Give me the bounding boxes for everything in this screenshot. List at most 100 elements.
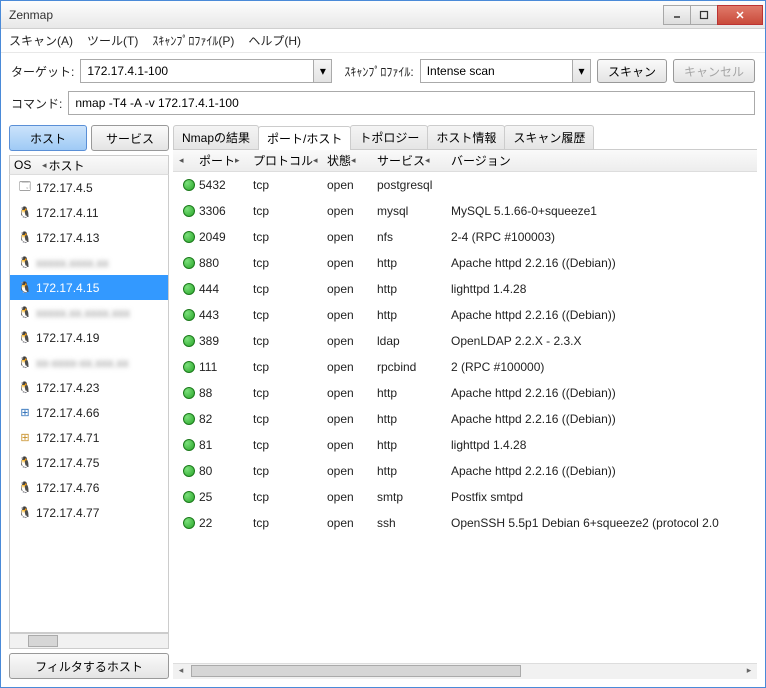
host-row[interactable]: 🐧172.17.4.75 — [10, 450, 168, 475]
col-host[interactable]: ホスト — [47, 157, 85, 174]
right-scrollbar[interactable]: ◂ ▸ — [173, 663, 757, 679]
col-service[interactable]: サービス — [377, 152, 425, 169]
host-row[interactable]: 🐧172.17.4.19 — [10, 325, 168, 350]
profile-dropdown-icon[interactable]: ▾ — [572, 60, 590, 82]
port-table-header[interactable]: ◂ ポート ▸ プロトコル ◂ 状態 ◂ サービス ◂ バージョン — [173, 150, 757, 172]
status-dot — [179, 257, 199, 269]
menu-help[interactable]: ヘルプ(H) — [248, 32, 301, 49]
host-list-header[interactable]: OS ◂ ホスト — [9, 155, 169, 175]
menu-scan[interactable]: スキャン(A) — [9, 32, 73, 49]
os-icon: 🐧 — [14, 381, 36, 394]
host-row[interactable]: 🐧xxxxx.xxxx.xx — [10, 250, 168, 275]
host-row[interactable]: 🐧xx-xxxx-xx.xxx.xx — [10, 350, 168, 375]
port-row[interactable]: 3306tcpopenmysqlMySQL 5.1.66-0+squeeze1 — [173, 198, 757, 224]
port-row[interactable]: 82tcpopenhttpApache httpd 2.2.16 ((Debia… — [173, 406, 757, 432]
host-row[interactable]: 🐧xxxxx.xx.xxxx.xxx — [10, 300, 168, 325]
cancel-button[interactable]: キャンセル — [673, 59, 755, 83]
cell-service: http — [377, 308, 451, 322]
port-row[interactable]: 5432tcpopenpostgresql — [173, 172, 757, 198]
cell-protocol: tcp — [253, 386, 327, 400]
menu-tools[interactable]: ツール(T) — [87, 32, 138, 49]
target-combo[interactable]: ▾ — [80, 59, 332, 83]
col-protocol[interactable]: プロトコル — [253, 152, 313, 169]
command-row: コマンド: — [1, 87, 765, 123]
profile-input[interactable] — [421, 60, 572, 82]
host-row[interactable]: 🐧172.17.4.23 — [10, 375, 168, 400]
open-status-icon — [183, 205, 195, 217]
host-row[interactable]: ⊞172.17.4.66 — [10, 400, 168, 425]
host-row[interactable]: ⊞172.17.4.71 — [10, 425, 168, 450]
port-row[interactable]: 25tcpopensmtpPostfix smtpd — [173, 484, 757, 510]
tab-services[interactable]: サービス — [91, 125, 169, 151]
filter-hosts-button[interactable]: フィルタするホスト — [9, 653, 169, 679]
cell-service: http — [377, 386, 451, 400]
cell-service: postgresql — [377, 178, 451, 192]
port-row[interactable]: 111tcpopenrpcbind2 (RPC #100000) — [173, 354, 757, 380]
status-dot — [179, 517, 199, 529]
scroll-left-icon[interactable]: ◂ — [173, 665, 189, 679]
tab-hosts[interactable]: ホスト — [9, 125, 87, 151]
profile-combo[interactable]: ▾ — [420, 59, 591, 83]
cell-port: 443 — [199, 308, 253, 322]
host-name: 172.17.4.19 — [36, 331, 99, 345]
host-row[interactable]: 🐧172.17.4.76 — [10, 475, 168, 500]
port-row[interactable]: 81tcpopenhttplighttpd 1.4.28 — [173, 432, 757, 458]
cell-version: OpenSSH 5.5p1 Debian 6+squeeze2 (protoco… — [451, 516, 757, 530]
host-row[interactable]: 🐧172.17.4.15 — [10, 275, 168, 300]
scrollbar-thumb[interactable] — [28, 635, 58, 647]
tab-scans[interactable]: スキャン履歴 — [504, 125, 594, 149]
target-input[interactable] — [81, 60, 313, 82]
scroll-track[interactable] — [189, 665, 741, 679]
host-row[interactable]: 🐧172.17.4.77 — [10, 500, 168, 525]
port-row[interactable]: 22tcpopensshOpenSSH 5.5p1 Debian 6+squee… — [173, 510, 757, 536]
tab-topology[interactable]: トポロジー — [350, 125, 428, 149]
open-status-icon — [183, 413, 195, 425]
minimize-button[interactable] — [663, 5, 691, 25]
close-button[interactable] — [717, 5, 763, 25]
port-row[interactable]: 2049tcpopennfs2-4 (RPC #100003) — [173, 224, 757, 250]
command-input[interactable] — [68, 91, 755, 115]
os-icon: 🐧 — [14, 356, 36, 369]
host-name: xxxxx.xxxx.xx — [36, 256, 109, 270]
col-version[interactable]: バージョン — [451, 152, 511, 169]
os-icon: 🐧 — [14, 281, 36, 294]
maximize-button[interactable] — [690, 5, 718, 25]
os-icon: 🗔 — [14, 178, 36, 197]
port-row[interactable]: 88tcpopenhttpApache httpd 2.2.16 ((Debia… — [173, 380, 757, 406]
tab-nmap-output[interactable]: Nmapの結果 — [173, 125, 259, 149]
tab-ports-hosts[interactable]: ポート/ホスト — [258, 126, 351, 150]
host-name: 172.17.4.23 — [36, 381, 99, 395]
port-row[interactable]: 389tcpopenldapOpenLDAP 2.2.X - 2.3.X — [173, 328, 757, 354]
titlebar[interactable]: Zenmap — [1, 1, 765, 29]
host-name: 172.17.4.13 — [36, 231, 99, 245]
col-port[interactable]: ポート — [199, 152, 235, 169]
port-row[interactable]: 80tcpopenhttpApache httpd 2.2.16 ((Debia… — [173, 458, 757, 484]
os-icon: 🐧 — [14, 231, 36, 244]
target-label: ターゲット: — [11, 63, 74, 80]
host-row[interactable]: 🐧172.17.4.11 — [10, 200, 168, 225]
cell-port: 81 — [199, 438, 253, 452]
host-list[interactable]: 🗔172.17.4.5🐧172.17.4.11🐧172.17.4.13🐧xxxx… — [9, 175, 169, 633]
menu-profile[interactable]: ｽｷｬﾝﾌﾟﾛﾌｧｲﾙ(P) — [152, 32, 234, 49]
host-row[interactable]: 🗔172.17.4.5 — [10, 175, 168, 200]
col-state[interactable]: 状態 — [327, 152, 351, 169]
cell-state: open — [327, 360, 377, 374]
profile-label: ｽｷｬﾝﾌﾟﾛﾌｧｲﾙ: — [344, 63, 413, 80]
port-row[interactable]: 443tcpopenhttpApache httpd 2.2.16 ((Debi… — [173, 302, 757, 328]
scrollbar-thumb[interactable] — [191, 665, 521, 677]
cell-port: 2049 — [199, 230, 253, 244]
col-os[interactable]: OS — [10, 158, 40, 172]
port-row[interactable]: 880tcpopenhttpApache httpd 2.2.16 ((Debi… — [173, 250, 757, 276]
port-row[interactable]: 444tcpopenhttplighttpd 1.4.28 — [173, 276, 757, 302]
cell-state: open — [327, 490, 377, 504]
tab-host-details[interactable]: ホスト情報 — [427, 125, 505, 149]
port-list[interactable]: 5432tcpopenpostgresql3306tcpopenmysqlMyS… — [173, 172, 757, 663]
os-icon: 🐧 — [14, 331, 36, 344]
left-scrollbar[interactable] — [9, 633, 169, 649]
host-name: 172.17.4.11 — [36, 206, 99, 220]
scroll-right-icon[interactable]: ▸ — [741, 665, 757, 679]
scan-button[interactable]: スキャン — [597, 59, 667, 83]
target-dropdown-icon[interactable]: ▾ — [313, 60, 331, 82]
host-row[interactable]: 🐧172.17.4.13 — [10, 225, 168, 250]
cell-service: http — [377, 256, 451, 270]
